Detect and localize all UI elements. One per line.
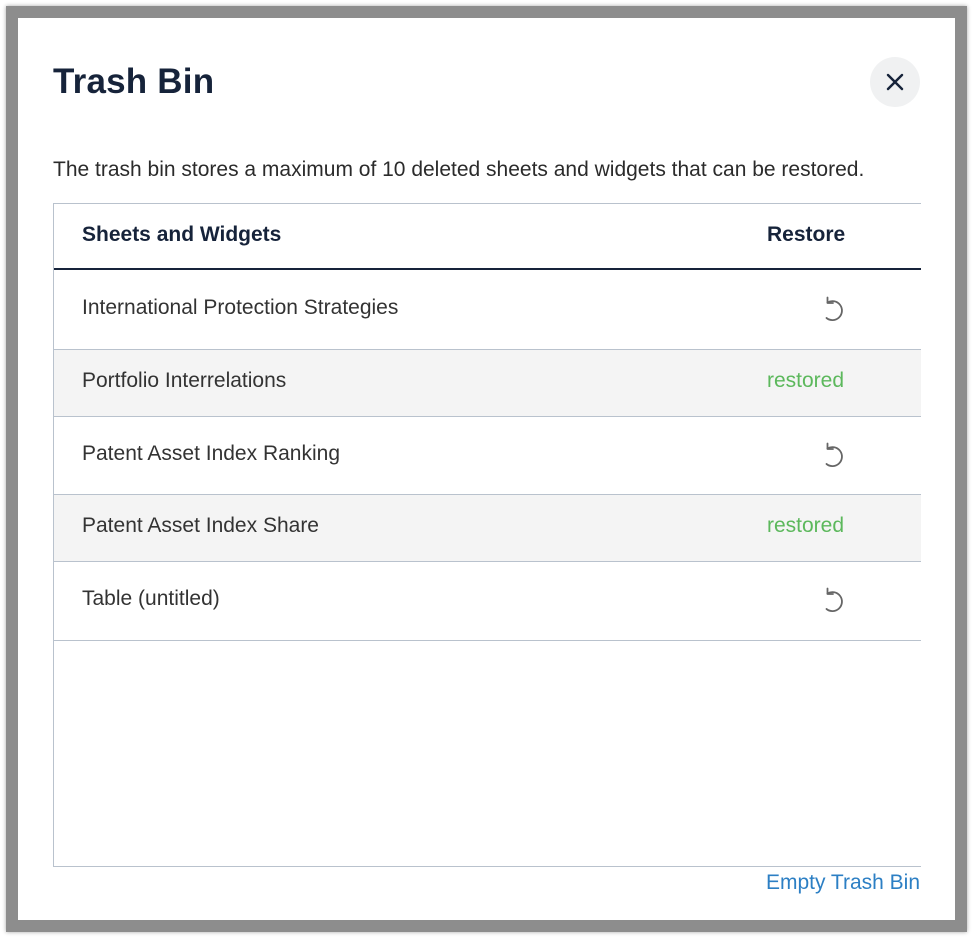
restore-icon[interactable] [819, 295, 847, 325]
table-row: Table (untitled) [54, 562, 921, 641]
table-row: International Protection Strategies [54, 270, 921, 350]
restore-icon[interactable] [819, 586, 847, 616]
close-icon [886, 73, 904, 91]
empty-trash-bin-link[interactable]: Empty Trash Bin [766, 871, 920, 895]
table-row: Patent Asset Index Ranking [54, 417, 921, 495]
row-label: Portfolio Interrelations [82, 369, 287, 392]
row-label: Patent Asset Index Share [82, 514, 319, 537]
column-header-name: Sheets and Widgets [82, 223, 282, 246]
trash-table: Sheets and Widgets Restore International… [53, 203, 921, 867]
dialog-frame: Trash Bin The trash bin stores a maximum… [6, 6, 967, 932]
row-label: International Protection Strategies [82, 296, 399, 319]
restored-status: restored [767, 514, 845, 537]
trash-bin-dialog: Trash Bin The trash bin stores a maximum… [18, 18, 955, 920]
close-button[interactable] [870, 57, 920, 107]
row-label: Table (untitled) [82, 587, 220, 610]
row-label: Patent Asset Index Ranking [82, 442, 340, 465]
dialog-title: Trash Bin [53, 62, 215, 101]
table-row: Patent Asset Index Share restored [54, 495, 921, 562]
restore-icon[interactable] [819, 441, 847, 471]
dialog-description: The trash bin stores a maximum of 10 del… [53, 158, 865, 181]
restored-status: restored [767, 369, 845, 392]
column-header-restore: Restore [767, 223, 846, 246]
table-header: Sheets and Widgets Restore [54, 204, 921, 270]
table-row: Portfolio Interrelations restored [54, 350, 921, 417]
